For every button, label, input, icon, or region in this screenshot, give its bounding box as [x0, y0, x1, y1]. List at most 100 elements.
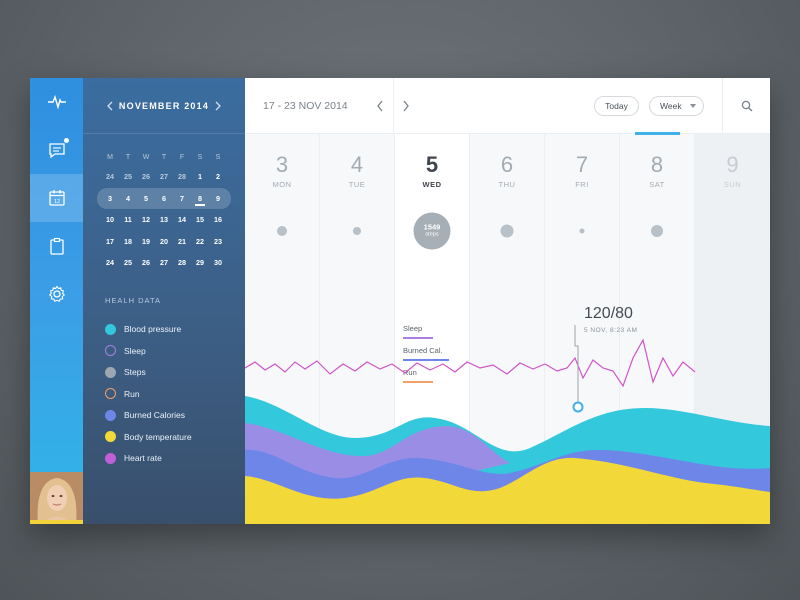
calendar-day[interactable]: 10 [101, 215, 119, 224]
day-name: FRI [575, 180, 589, 189]
weekday-label: W [142, 154, 150, 161]
day-name: MON [272, 180, 292, 189]
week-row[interactable]: 24 25 26 27 28 1 2 [101, 166, 227, 188]
steps-bubble[interactable]: 1549 steps [413, 212, 451, 250]
legend-swatch [105, 345, 116, 357]
calendar-day[interactable]: 1 [191, 172, 209, 181]
today-button[interactable]: Today [594, 96, 639, 116]
calendar-day[interactable]: 18 [119, 237, 137, 246]
steps-bubble[interactable] [651, 225, 663, 237]
calendar-day[interactable]: 11 [119, 215, 137, 224]
legend-item[interactable]: Sleep [105, 340, 245, 362]
legend-item[interactable]: Burned Calories [105, 405, 245, 427]
calendar-day[interactable]: 14 [173, 215, 191, 224]
weekday-header: M T W T F S S [101, 150, 227, 166]
calendar-day[interactable]: 29 [191, 258, 209, 267]
calendar-day[interactable]: 21 [173, 237, 191, 246]
prev-month-button[interactable] [103, 99, 117, 113]
month-title: NOVEMBER 2014 [118, 100, 210, 111]
calendar-day[interactable]: 27 [155, 258, 173, 267]
day-column[interactable]: 6 THU [470, 134, 545, 524]
legend-label: Heart rate [124, 453, 162, 464]
view-select[interactable]: Week [649, 96, 704, 116]
steps-bubble[interactable] [277, 226, 287, 236]
week-row[interactable]: 24 25 26 27 28 29 30 [101, 252, 227, 274]
day-column[interactable]: 3 MON [245, 134, 320, 524]
calendar-day[interactable]: 26 [137, 258, 155, 267]
calendar-day[interactable]: 27 [155, 172, 173, 181]
calendar-day[interactable]: 25 [119, 172, 137, 181]
calendar-day[interactable]: 19 [137, 237, 155, 246]
calendar-day[interactable]: 7 [173, 194, 191, 203]
settings-icon [48, 285, 65, 303]
weekday-label: M [107, 154, 113, 161]
calendar-day[interactable]: 13 [155, 215, 173, 224]
week-row[interactable]: 17 18 19 20 21 22 23 [101, 231, 227, 253]
calendar-day[interactable]: 3 [101, 194, 119, 203]
calendar-day[interactable]: 24 [101, 258, 119, 267]
steps-bubble[interactable] [579, 228, 585, 234]
calendar-day[interactable]: 20 [155, 237, 173, 246]
calendar-day[interactable]: 2 [209, 172, 227, 181]
legend-item[interactable]: Body temperature [105, 426, 245, 448]
day-name: SUN [723, 180, 742, 189]
avatar[interactable] [30, 472, 83, 524]
calendar-day[interactable]: 6 [155, 194, 173, 203]
date-range: 17 - 23 NOV 2014 [263, 99, 348, 112]
legend-label: Steps [124, 367, 146, 378]
messages-icon [48, 143, 65, 159]
next-week-button[interactable] [399, 99, 413, 113]
day-name: TUE [348, 180, 366, 189]
calendar-day[interactable]: 23 [209, 237, 227, 246]
prev-week-button[interactable] [373, 99, 387, 113]
nav-clipboard[interactable] [30, 222, 83, 270]
calendar-day[interactable]: 24 [101, 172, 119, 181]
calendar-day[interactable]: 28 [173, 172, 191, 181]
nav-settings[interactable] [30, 270, 83, 318]
mini-calendar: M T W T F S S 24 25 26 27 28 1 2 3 4 5 6 7 8 9 10 11 12 1… [83, 134, 245, 274]
day-name: SAT [649, 180, 665, 189]
health-data-title: HEALH DATA [105, 295, 161, 305]
calendar-day[interactable]: 25 [119, 258, 137, 267]
view-select-label: Week [660, 101, 682, 111]
day-tag[interactable]: Burned Cal. [403, 346, 449, 368]
weekday-label: T [161, 154, 167, 161]
selected-week-row[interactable]: 3456789 [97, 187, 231, 209]
calendar-day[interactable]: 12 [137, 215, 155, 224]
week-row[interactable]: 10 11 12 13 14 15 16 [101, 209, 227, 231]
main-panel: 17 - 23 NOV 2014 Today Week 3 MON 4 TUE 5 WED… [245, 78, 770, 524]
calendar-day[interactable]: 9 [209, 194, 227, 203]
legend-item[interactable]: Blood pressure [105, 319, 245, 341]
day-tag[interactable]: Sleep [403, 324, 449, 346]
calendar-day[interactable]: 22 [191, 237, 209, 246]
legend-label: Burned Calories [124, 410, 185, 421]
search-button[interactable] [722, 78, 770, 134]
steps-bubble[interactable] [500, 224, 514, 238]
calendar-day[interactable]: 5 [137, 194, 155, 203]
nav-messages[interactable] [30, 126, 83, 174]
legend-item[interactable]: Heart rate [105, 448, 245, 470]
legend-item[interactable]: Run [105, 383, 245, 405]
day-column[interactable]: 4 TUE [320, 134, 395, 524]
calendar-day[interactable]: 4 [119, 194, 137, 203]
legend-label: Body temperature [124, 431, 192, 442]
calendar-day[interactable]: 30 [209, 258, 227, 267]
day-column[interactable]: 5 WED 1549 steps Sleep Burned Cal. Run [395, 134, 470, 524]
day-column[interactable]: 9 SUN [695, 134, 770, 524]
steps-bubble[interactable] [353, 227, 361, 235]
legend-swatch [105, 388, 116, 400]
nav-activity[interactable] [30, 78, 83, 126]
notification-dot [64, 138, 69, 143]
day-tag[interactable]: Run [403, 368, 449, 390]
calendar-day[interactable]: 15 [191, 215, 209, 224]
calendar-day[interactable]: 28 [173, 258, 191, 267]
calendar-day[interactable]: 26 [137, 172, 155, 181]
legend-item[interactable]: Steps [105, 362, 245, 384]
calendar-day[interactable]: 16 [209, 215, 227, 224]
nav-calendar[interactable]: 12 [30, 174, 83, 222]
svg-text:12: 12 [53, 199, 59, 205]
calendar-day[interactable]: 17 [101, 237, 119, 246]
legend-swatch [105, 409, 116, 421]
calendar-day[interactable]: 8 [191, 194, 209, 206]
next-month-button[interactable] [211, 99, 225, 113]
